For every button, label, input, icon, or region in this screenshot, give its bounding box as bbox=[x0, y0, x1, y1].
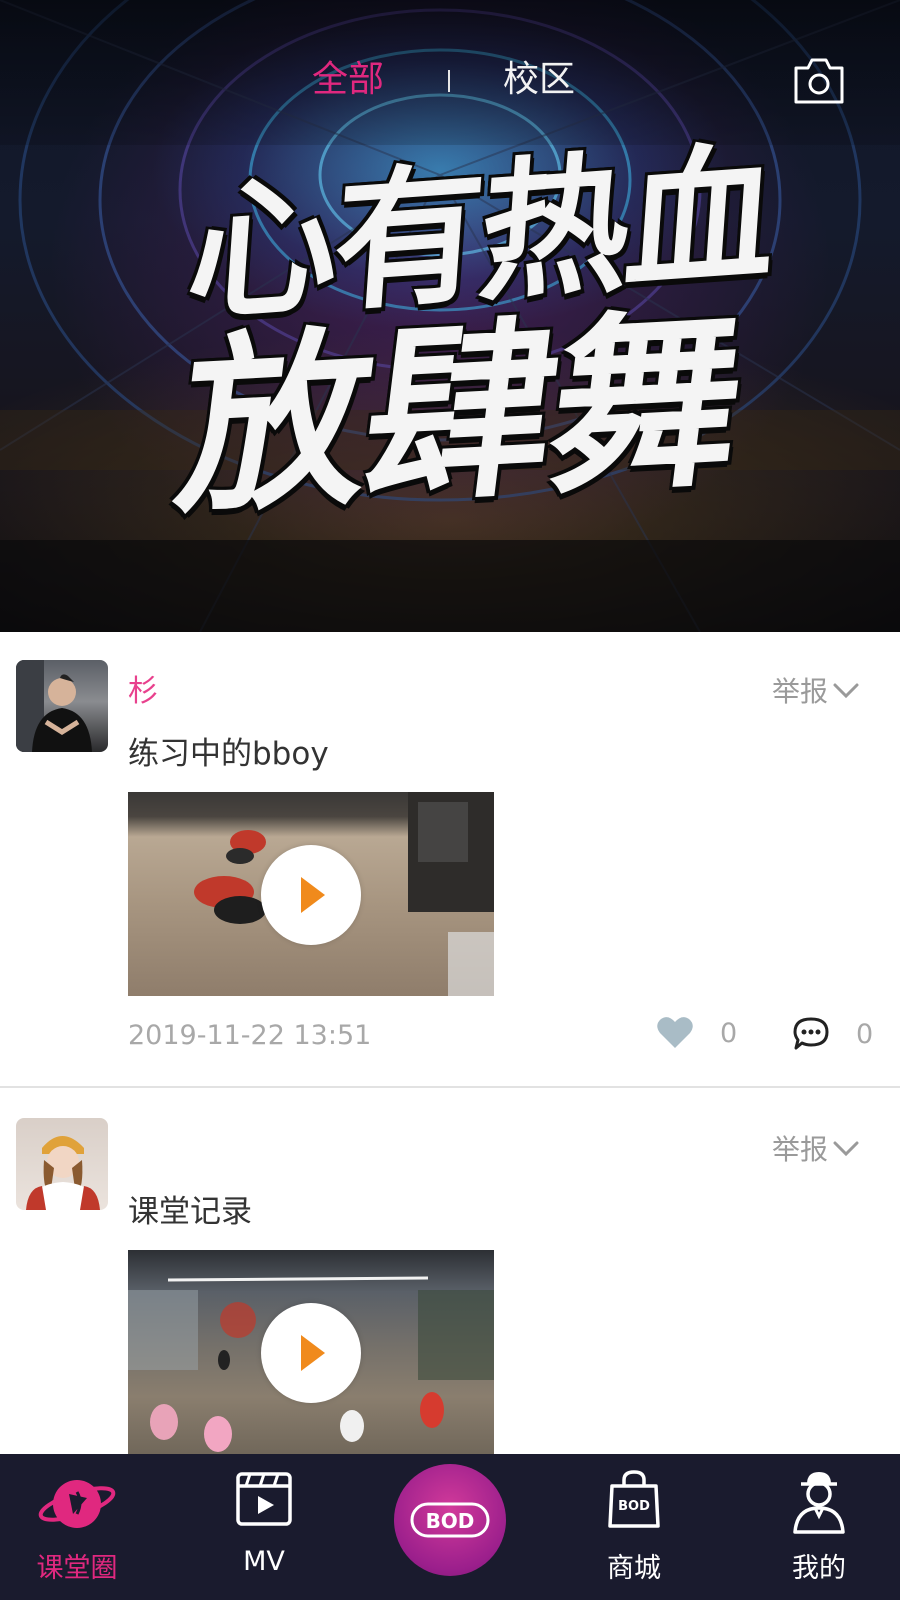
brand-logo: BOD bbox=[410, 1502, 490, 1538]
nav-label: 课堂圈 bbox=[36, 1553, 118, 1584]
video-thumbnail[interactable] bbox=[128, 792, 494, 996]
avatar-image bbox=[16, 660, 92, 752]
chevron-down-icon bbox=[833, 683, 859, 699]
comment-button[interactable]: 0 bbox=[792, 1016, 873, 1052]
play-button[interactable] bbox=[261, 1303, 361, 1403]
top-bar bbox=[0, 0, 900, 145]
like-button[interactable]: 0 bbox=[656, 1016, 737, 1050]
report-button[interactable]: 举报 bbox=[772, 1128, 860, 1168]
tab-divider bbox=[448, 70, 450, 92]
hero-banner: 全部 校区 心有热血 放肆舞 bbox=[0, 0, 900, 632]
post-text: 练习中的bboy bbox=[128, 736, 329, 772]
slogan-line-2: 放肆舞 bbox=[166, 288, 752, 541]
user-hat-icon bbox=[793, 1472, 845, 1534]
feed-post: 举报 课堂记录 bbox=[0, 1090, 900, 1460]
nav-label: MV bbox=[243, 1546, 285, 1577]
clapperboard-icon bbox=[236, 1472, 292, 1526]
tab-all[interactable]: 全部 bbox=[312, 58, 384, 102]
brand-logo-text: BOD bbox=[426, 1509, 475, 1533]
nav-label: 我的 bbox=[792, 1553, 846, 1584]
nav-item-class-circle[interactable]: 课堂圈 bbox=[2, 1454, 152, 1600]
comment-count: 0 bbox=[856, 1018, 874, 1050]
shopping-bag-icon: BOD bbox=[608, 1470, 660, 1528]
report-label: 举报 bbox=[771, 675, 828, 708]
camera-icon[interactable] bbox=[792, 56, 846, 106]
like-count: 0 bbox=[720, 1017, 738, 1049]
heart-icon bbox=[657, 1017, 693, 1048]
chevron-down-icon bbox=[833, 1141, 859, 1157]
nav-item-center-logo[interactable]: BOD bbox=[394, 1464, 506, 1576]
post-text: 课堂记录 bbox=[128, 1194, 252, 1230]
nav-item-mv[interactable]: MV bbox=[189, 1454, 339, 1600]
username[interactable]: 杉 bbox=[128, 666, 158, 710]
comment-icon bbox=[793, 1017, 829, 1050]
avatar[interactable] bbox=[16, 1118, 108, 1210]
planet-icon bbox=[38, 1480, 116, 1528]
svg-text:BOD: BOD bbox=[618, 1499, 650, 1514]
report-button[interactable]: 举报 bbox=[772, 670, 860, 710]
video-thumbnail[interactable] bbox=[128, 1250, 494, 1460]
feed-post: 杉 举报 练习中的bboy 2019-11-22 13:51 0 0 bbox=[0, 632, 900, 1088]
nav-item-profile[interactable]: 我的 bbox=[744, 1454, 894, 1600]
banner-slogan: 心有热血 放肆舞 bbox=[0, 127, 900, 570]
tab-campus[interactable]: 校区 bbox=[503, 58, 575, 102]
timestamp: 2019-11-22 13:51 bbox=[128, 1020, 372, 1051]
nav-label: 商城 bbox=[607, 1553, 661, 1584]
avatar[interactable] bbox=[16, 660, 108, 752]
post-meta: 2019-11-22 13:51 0 0 bbox=[128, 1017, 873, 1060]
play-icon bbox=[301, 877, 325, 913]
play-button[interactable] bbox=[261, 845, 361, 945]
nav-item-shop[interactable]: BOD 商城 bbox=[559, 1454, 709, 1600]
play-icon bbox=[301, 1335, 325, 1371]
report-label: 举报 bbox=[771, 1133, 828, 1166]
avatar-image bbox=[26, 1136, 100, 1210]
